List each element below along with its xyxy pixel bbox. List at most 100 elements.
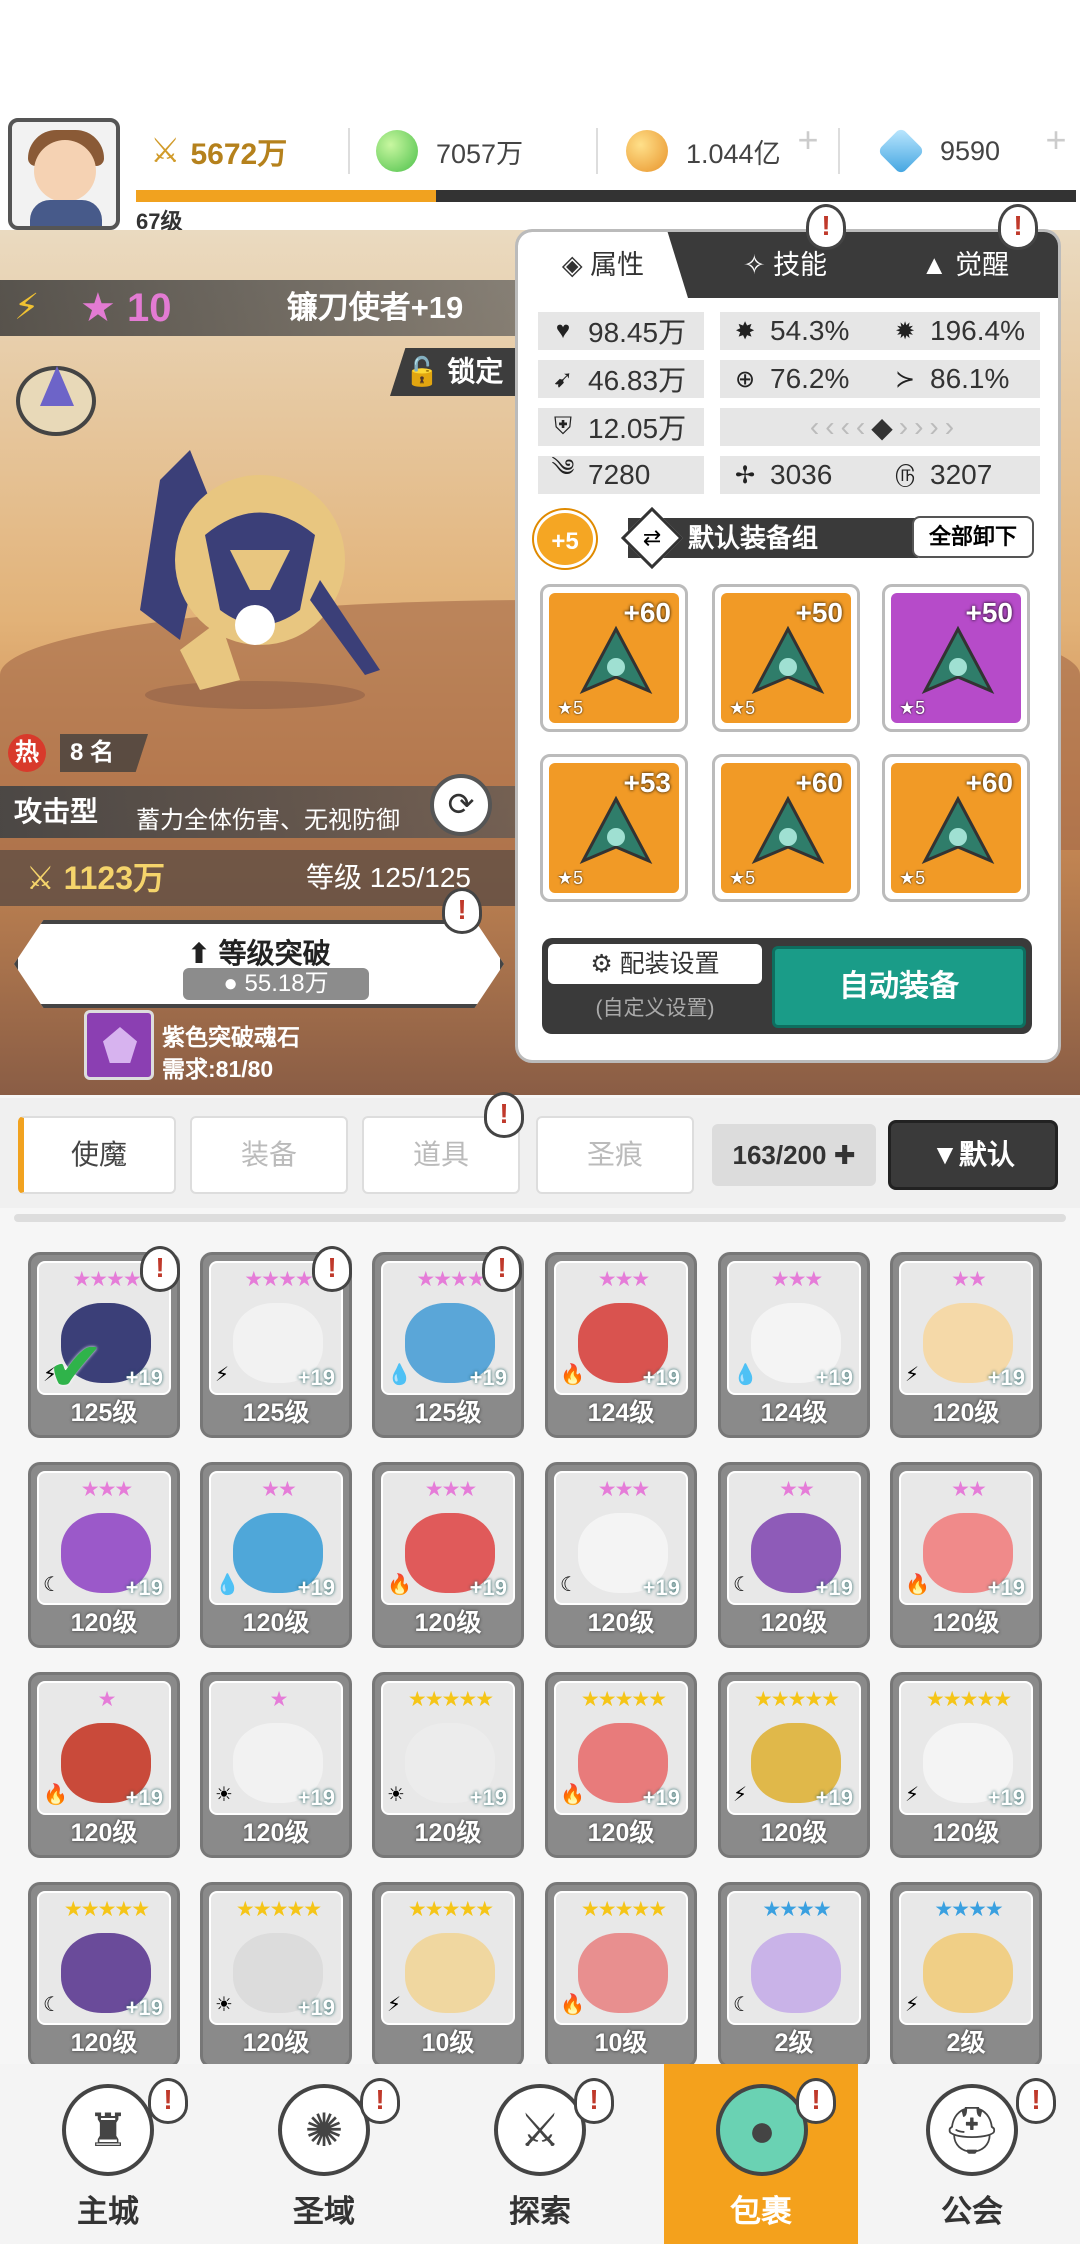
hero-card-portrait: ★★★★★ ⚡ +19: [899, 1681, 1033, 1815]
alert-icon: !: [140, 1246, 180, 1292]
hero-card[interactable]: ★★★★★ ⚡ +19 120级: [890, 1672, 1042, 1858]
hero-card[interactable]: ★★★★★ 🔥 10级: [545, 1882, 697, 2068]
hero-card[interactable]: ★★ ☾ +19 120级: [718, 1462, 870, 1648]
equipment-slot[interactable]: +60 ★5: [882, 754, 1030, 902]
stat-def: ⛨ 12.05万: [538, 408, 704, 446]
stat-crit-dmg-value: 196.4%: [930, 315, 1025, 346]
element-icon: ☾: [43, 1574, 61, 1596]
hero-card[interactable]: ★★★ ☾ +19 120级: [28, 1462, 180, 1648]
soulstone-requirement: 需求:81/80: [162, 1056, 274, 1082]
plus-icon: ✚: [833, 1140, 856, 1170]
hero-card-portrait: ★★★★ ☾: [727, 1891, 861, 2025]
purple-soulstone-icon[interactable]: [84, 1010, 154, 1080]
element-icon: ⚡: [905, 1364, 920, 1386]
hero-card[interactable]: ★★ ⚡ +19 120级: [890, 1252, 1042, 1438]
enhance-badge[interactable]: +5: [534, 510, 596, 568]
equipment-slot[interactable]: +60 ★5: [540, 584, 688, 732]
hero-card-plus: +19: [815, 1785, 853, 1810]
equipment-icon: [921, 625, 995, 695]
hero-card-plus: +19: [297, 1995, 335, 2020]
equipment-slot[interactable]: +50 ★5: [882, 584, 1030, 732]
tab-skills[interactable]: ✧ 技能: [700, 232, 870, 298]
hero-card-plus: +19: [297, 1575, 335, 1600]
player-avatar[interactable]: [8, 118, 120, 230]
hero-card[interactable]: ★★★ 🔥 +19 124级: [545, 1252, 697, 1438]
breakthrough-cost: ● 55.18万: [183, 968, 369, 1000]
hero-power: ⚔ 1123万: [26, 860, 166, 896]
tab-stigma[interactable]: 圣痕: [536, 1116, 694, 1194]
level-breakthrough-button[interactable]: ⬆ 等级突破 ● 55.18万: [14, 920, 504, 1008]
hero-card[interactable]: ★★★★★ ☾ +19 120级: [28, 1882, 180, 2068]
hero-card[interactable]: ★★★ ☾ +19 120级: [545, 1462, 697, 1648]
add-diamond-button[interactable]: +: [1034, 118, 1078, 162]
nav-explore[interactable]: ⚔ 探索: [432, 2064, 648, 2244]
hero-card[interactable]: ★★★ 💧 +19 124级: [718, 1252, 870, 1438]
hero-card[interactable]: ★★★★★ ⚡ 10级: [372, 1882, 524, 2068]
hero-card[interactable]: ★★★★★ ⚡ +19 120级: [718, 1672, 870, 1858]
equipment-slot[interactable]: +60 ★5: [712, 754, 860, 902]
tab-equipment[interactable]: 装备: [190, 1116, 348, 1194]
hero-card[interactable]: ★★★ 🔥 +19 120级: [372, 1462, 524, 1648]
hero-card[interactable]: ★★★★★ ☀ +19 120级: [200, 1882, 352, 2068]
selected-check-icon: ✔: [46, 1328, 105, 1406]
alert-icon: !: [574, 2078, 614, 2124]
unequip-all-button[interactable]: 全部卸下: [912, 516, 1034, 558]
hero-card-plus: +19: [469, 1365, 507, 1390]
element-icon: 🔥: [387, 1574, 412, 1596]
inventory-count[interactable]: 163/200 ✚: [712, 1124, 876, 1186]
stat-s1: ༄ 7280: [538, 455, 704, 494]
breakthrough-label: 等级突破: [218, 938, 331, 969]
hero-card-level: 120级: [242, 1819, 310, 1847]
hero-power-value: 1123万: [63, 860, 166, 896]
tab-familiar[interactable]: 使魔: [18, 1116, 176, 1194]
rotate-view-button[interactable]: ⟳: [430, 774, 492, 836]
hero-card-level: 120级: [932, 1399, 1000, 1427]
hero-card-portrait: ★★★ 🔥 +19: [554, 1261, 688, 1395]
hero-card-stars: ★★★: [597, 1478, 650, 1501]
loadout-settings-label: 配装设置: [619, 950, 720, 978]
equipment-frame: +60 ★5: [549, 593, 679, 723]
nav-label: 主城: [77, 2194, 139, 2229]
power-value: 5672万: [190, 138, 288, 171]
alert-icon: !: [442, 888, 482, 934]
nav-sanctuary[interactable]: ✺ 圣域: [216, 2064, 432, 2244]
stat-hp-value: 98.45万: [588, 317, 687, 348]
hero-card[interactable]: ★ ☀ +19 120级: [200, 1672, 352, 1858]
gold-currency: 1.044亿: [626, 128, 781, 174]
stat-dodge: ≻ 86.1%: [880, 360, 1040, 398]
auto-equip-button[interactable]: 自动装备: [772, 946, 1026, 1028]
element-icon: 💧: [387, 1364, 412, 1386]
loadout-settings-subtitle: (自定义设置): [595, 997, 715, 1020]
hero-card[interactable]: ★★★★★ ☀ +19 120级: [372, 1672, 524, 1858]
equipment-icon: [579, 795, 653, 865]
divider: [838, 128, 840, 174]
add-gold-button[interactable]: +: [786, 118, 830, 162]
hero-card[interactable]: ★★ 💧 +19 120级: [200, 1462, 352, 1648]
hero-card[interactable]: ★★★★★ 🔥 +19 120级: [545, 1672, 697, 1858]
hero-card-stars: ★★: [779, 1478, 815, 1501]
pet-icon[interactable]: [16, 366, 96, 436]
heart-icon: ♥: [555, 317, 571, 344]
equipment-slot[interactable]: +53 ★5: [540, 754, 688, 902]
hero-card[interactable]: ★ 🔥 +19 120级: [28, 1672, 180, 1858]
hero-card[interactable]: ★★★★ ⚡ 2级: [890, 1882, 1042, 2068]
hero-card[interactable]: ★★★★ ☾ 2级: [718, 1882, 870, 2068]
hero-card-portrait: ★★★★★ 🔥: [554, 1891, 688, 2025]
hero-portrait[interactable]: [120, 440, 390, 710]
stat-hp: ♥ 98.45万: [538, 312, 704, 350]
stat-crit: ✸ 54.3%: [720, 312, 880, 350]
sort-button[interactable]: ▼默认: [888, 1120, 1058, 1190]
loadout-settings-button[interactable]: ⚙ 配装设置: [548, 944, 762, 984]
element-icon: 💧: [733, 1364, 758, 1386]
equipment-level: +50: [795, 597, 844, 628]
hero-card[interactable]: ★★ 🔥 +19 120级: [890, 1462, 1042, 1648]
lock-button[interactable]: 🔓 锁定: [390, 348, 518, 396]
hero-card-stars: ★★: [951, 1268, 987, 1291]
equipment-slot[interactable]: +50 ★5: [712, 584, 860, 732]
tab-attributes[interactable]: ◈ 属性: [518, 232, 688, 298]
divider: [348, 128, 350, 174]
hero-card-level: 2级: [774, 2029, 814, 2057]
stat-hit: ⊕ 76.2%: [720, 360, 880, 398]
hero-card-level: 10级: [421, 2029, 475, 2057]
alert-icon: !: [148, 2078, 188, 2124]
